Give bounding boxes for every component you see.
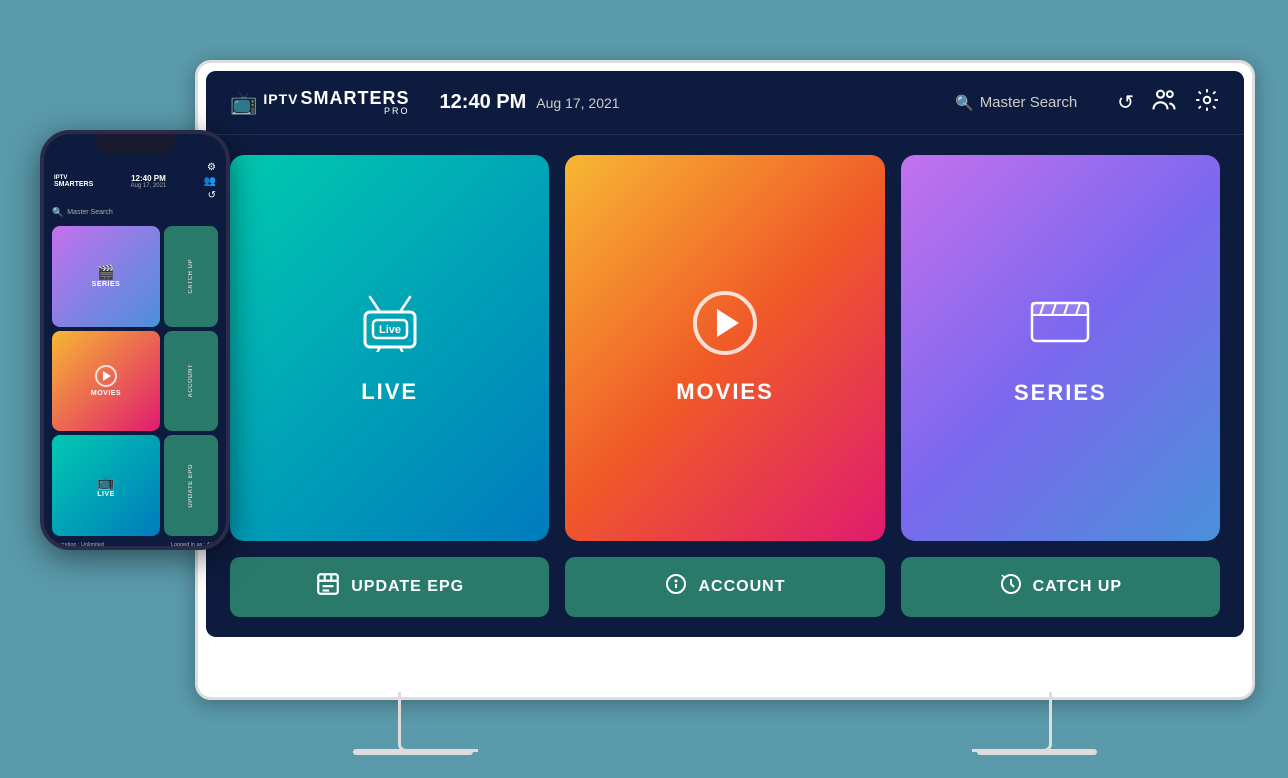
live-label: LIVE (361, 379, 418, 405)
phone-account-button[interactable]: ACCOUNT (164, 331, 218, 432)
tv-logo-icon: 📺 (230, 90, 257, 116)
phone-logged-in: Logged in as : ABC (171, 542, 218, 546)
clapboard-icon (1028, 291, 1092, 360)
account-button[interactable]: ACCOUNT (565, 557, 884, 617)
phone-series-label: SERIES (92, 281, 121, 288)
phone-frame: IPTVSMARTERS 12:40 PM Aug 17, 2021 ⚙ 👥 ↺… (40, 130, 230, 550)
main-cards: Live LIVE MOVIES (230, 155, 1220, 541)
movies-card[interactable]: MOVIES (565, 155, 884, 541)
phone-logo: IPTVSMARTERS (54, 175, 93, 188)
phone-live-label: LIVE (97, 491, 115, 498)
phone-cards: 🎬 SERIES MOVIES 📺 LIVE CATCH UP (44, 222, 226, 540)
svg-text:Live: Live (379, 324, 401, 336)
update-epg-label: UPDATE EPG (351, 578, 464, 596)
refresh-button[interactable]: ↺ (1117, 90, 1134, 115)
phone-movies-label: MOVIES (91, 390, 121, 397)
phone-header: IPTVSMARTERS 12:40 PM Aug 17, 2021 ⚙ 👥 ↺ (44, 158, 226, 205)
update-epg-button[interactable]: UPDATE EPG (230, 557, 549, 617)
search-label: Master Search (980, 94, 1078, 111)
phone-account-label: ACCOUNT (188, 364, 194, 398)
phone-search-icon: 🔍 (52, 207, 63, 218)
live-tv-icon: Live (355, 292, 425, 365)
series-label: SERIES (1014, 380, 1107, 406)
phone-screen: IPTVSMARTERS 12:40 PM Aug 17, 2021 ⚙ 👥 ↺… (44, 134, 226, 546)
app-logo: 📺 IPTV SMARTERS PRO (230, 89, 410, 116)
phone-expiration: Expiration : Unlimited (52, 542, 104, 546)
tv-header: 📺 IPTV SMARTERS PRO 12:40 PM Aug 17, 202… (206, 71, 1244, 135)
phone-series-icon: 🎬 (97, 264, 115, 281)
phone-epg-button[interactable]: UPDATE EPG (164, 435, 218, 536)
live-card[interactable]: Live LIVE (230, 155, 549, 541)
current-time: 12:40 PM (440, 91, 527, 114)
phone-side-column: CATCH UP ACCOUNT UPDATE EPG (164, 226, 218, 536)
tv-content: Live LIVE MOVIES (206, 135, 1244, 637)
search-icon: 🔍 (955, 94, 974, 112)
phone-time: 12:40 PM (131, 174, 166, 183)
phone-refresh-icon[interactable]: ↺ (208, 190, 216, 201)
settings-button[interactable] (1194, 87, 1220, 119)
phone-date: Aug 17, 2021 (131, 183, 167, 189)
catch-up-label: CATCH UP (1033, 578, 1122, 596)
tv-screen: 📺 IPTV SMARTERS PRO 12:40 PM Aug 17, 202… (206, 71, 1244, 637)
series-card[interactable]: SERIES (901, 155, 1220, 541)
phone-movies-card[interactable]: MOVIES (52, 331, 160, 432)
phone-users-icon[interactable]: 👥 (204, 176, 216, 187)
phone-live-card[interactable]: 📺 LIVE (52, 435, 160, 536)
current-date: Aug 17, 2021 (536, 95, 619, 111)
epg-icon (315, 571, 341, 603)
tv-frame: 📺 IPTV SMARTERS PRO 12:40 PM Aug 17, 202… (195, 60, 1255, 700)
phone-catchup-label: CATCH UP (188, 259, 194, 294)
phone-search-row[interactable]: 🔍 Master Search (44, 205, 226, 222)
movies-label: MOVIES (676, 379, 774, 405)
phone-epg-label: UPDATE EPG (188, 464, 194, 508)
users-icon[interactable] (1150, 86, 1178, 120)
phone-play-circle (95, 365, 117, 387)
play-icon (693, 291, 757, 355)
account-label: ACCOUNT (698, 578, 785, 596)
phone-main-column: 🎬 SERIES MOVIES 📺 LIVE (52, 226, 160, 536)
info-icon (664, 572, 688, 602)
phone-bottom-info: Expiration : Unlimited Logged in as : AB… (44, 540, 226, 546)
action-buttons: UPDATE EPG ACCOUNT (230, 557, 1220, 617)
phone-catchup-button[interactable]: CATCH UP (164, 226, 218, 327)
logo-iptv: IPTV (263, 92, 298, 106)
master-search-button[interactable]: 🔍 Master Search (955, 94, 1077, 112)
catch-up-button[interactable]: CATCH UP (901, 557, 1220, 617)
logo-pro: PRO (263, 107, 409, 116)
phone-series-card[interactable]: 🎬 SERIES (52, 226, 160, 327)
clock-icon (999, 572, 1023, 602)
phone-search-label: Master Search (67, 209, 113, 216)
phone-notch (95, 134, 175, 154)
phone-live-icon: 📺 (97, 474, 115, 491)
phone-settings-icon[interactable]: ⚙ (207, 162, 216, 173)
logo-smarters: SMARTERS (301, 89, 410, 107)
